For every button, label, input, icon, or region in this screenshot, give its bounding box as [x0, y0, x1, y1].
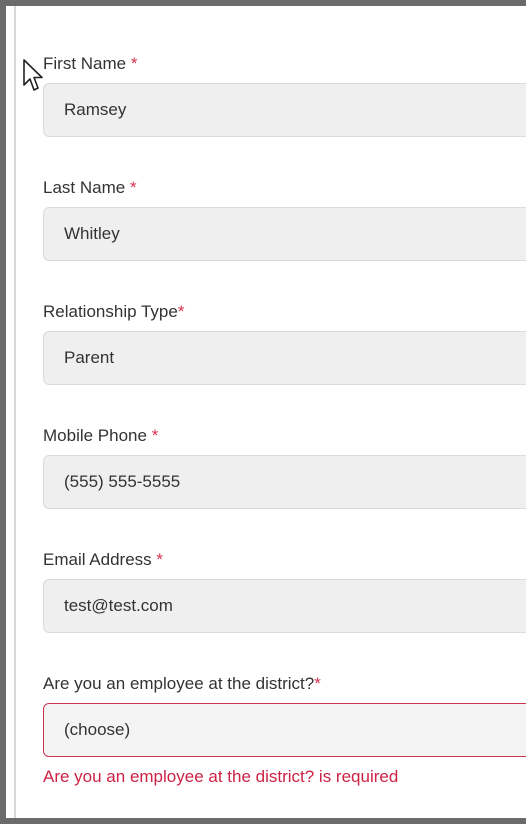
mobile-phone-label: Mobile Phone *: [43, 426, 159, 445]
panel-divider: [14, 6, 16, 818]
required-asterisk: *: [151, 426, 159, 445]
district-employee-select[interactable]: (choose): [43, 703, 526, 757]
required-asterisk: *: [129, 178, 137, 197]
validation-error-message: Are you an employee at the district? is …: [43, 767, 399, 786]
first-name-label: First Name *: [43, 54, 138, 73]
last-name-label: Last Name *: [43, 178, 137, 197]
mobile-phone-field: Mobile Phone * (555) 555-5555: [43, 424, 526, 509]
email-address-label: Email Address *: [43, 550, 164, 569]
required-asterisk: *: [314, 674, 321, 693]
district-employee-field: Are you an employee at the district?* (c…: [43, 672, 526, 788]
mobile-phone-input[interactable]: (555) 555-5555: [43, 455, 526, 509]
first-name-field: First Name * Ramsey: [43, 52, 526, 137]
last-name-input[interactable]: Whitley: [43, 207, 526, 261]
district-employee-label: Are you an employee at the district?*: [43, 674, 321, 693]
email-address-input[interactable]: test@test.com: [43, 579, 526, 633]
relationship-type-select[interactable]: Parent: [43, 331, 526, 385]
required-asterisk: *: [130, 54, 138, 73]
relationship-type-label: Relationship Type*: [43, 302, 185, 321]
relationship-type-field: Relationship Type* Parent: [43, 300, 526, 385]
first-name-input[interactable]: Ramsey: [43, 83, 526, 137]
required-asterisk: *: [177, 302, 185, 321]
email-address-field: Email Address * test@test.com: [43, 548, 526, 633]
form-panel: First Name * Ramsey Last Name * Whitley …: [0, 0, 526, 824]
required-asterisk: *: [156, 550, 164, 569]
last-name-field: Last Name * Whitley: [43, 176, 526, 261]
